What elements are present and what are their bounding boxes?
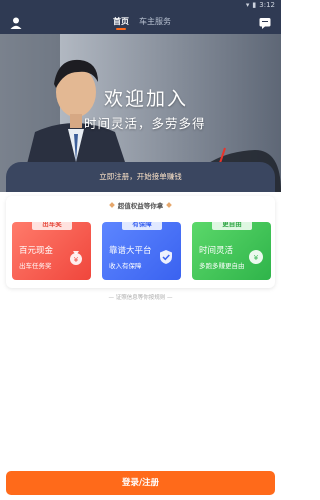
benefit-tile-cash[interactable]: 出车奖 百元现金 出车任务奖 ¥	[12, 222, 91, 280]
coin-icon: ¥	[249, 250, 263, 264]
tab-home[interactable]: 首页	[113, 16, 129, 27]
benefits-heading: 超值权益等你拿	[6, 200, 275, 210]
tile-title: 百元现金	[19, 246, 54, 256]
status-time: 3:12	[259, 1, 275, 9]
login-register-button[interactable]: 登录/注册	[6, 471, 275, 495]
status-bar: ▾ ▮ 3:12	[0, 0, 281, 12]
tile-subtitle: 多跑多赚更自由	[199, 262, 245, 270]
money-bag-icon: ¥	[70, 251, 82, 265]
diamond-icon	[108, 202, 115, 208]
tile-subtitle: 出车任务奖	[19, 262, 52, 270]
hero-subtitle: 时间灵活，多劳多得	[84, 116, 206, 131]
benefit-tile-flexible[interactable]: 更自由 时间灵活 多跑多赚更自由 ¥	[192, 222, 271, 280]
top-header: 首页 车主服务	[0, 12, 281, 34]
benefits-heading-text: 超值权益等你拿	[117, 202, 164, 210]
shield-icon	[160, 250, 172, 264]
rules-footnote: — 证照信息等你按规则 —	[108, 295, 173, 301]
user-icon[interactable]	[9, 16, 23, 30]
benefits-card: 超值权益等你拿 出车奖 百元现金 出车任务奖 ¥ 有保障 靠谱大平台 收入有保障…	[6, 196, 275, 288]
register-cta-banner[interactable]: 立即注册，开始接单赚钱	[6, 162, 275, 192]
status-icons: ▾ ▮ 3:12	[246, 1, 275, 9]
battery-icon: ▮	[252, 1, 257, 9]
tile-badge: 更自由	[212, 222, 252, 230]
tile-subtitle: 收入有保障	[109, 262, 142, 270]
tile-title: 时间灵活	[199, 246, 234, 256]
message-icon[interactable]	[258, 16, 272, 30]
benefit-tile-platform[interactable]: 有保障 靠谱大平台 收入有保障	[102, 222, 181, 280]
active-tab-indicator	[116, 28, 126, 30]
hero-title: 欢迎加入	[104, 88, 189, 110]
svg-text:¥: ¥	[254, 254, 259, 262]
tile-badge: 有保障	[122, 222, 162, 230]
tile-badge: 出车奖	[32, 222, 72, 230]
tab-owner-service[interactable]: 车主服务	[139, 16, 171, 27]
tile-title: 靠谱大平台	[109, 246, 152, 256]
diamond-icon	[166, 202, 173, 208]
svg-text:¥: ¥	[74, 256, 79, 264]
wifi-icon: ▾	[245, 1, 250, 9]
